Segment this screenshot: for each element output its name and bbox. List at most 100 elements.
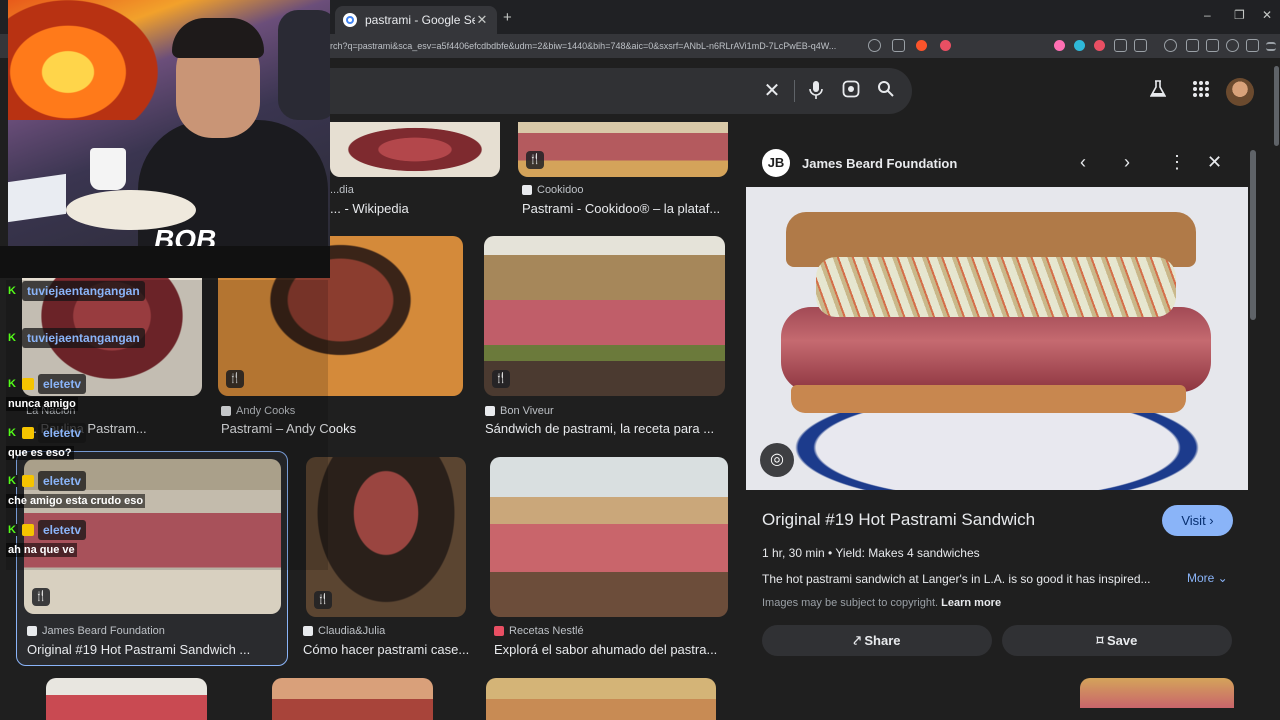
more-options-icon[interactable]: ⋮ xyxy=(1168,152,1186,173)
chat-username: eletetv xyxy=(38,520,87,540)
tab-search-icon[interactable] xyxy=(1134,39,1147,52)
save-button[interactable]: ⌑ Save xyxy=(1002,625,1232,656)
more-label: More xyxy=(1187,571,1215,585)
chat-line: K eletetv xyxy=(6,470,87,492)
pastrami-layer xyxy=(781,307,1211,392)
chat-line: K eletetv xyxy=(6,422,87,444)
streamer-hair xyxy=(172,18,264,58)
coleslaw-layer xyxy=(816,257,1176,317)
image-result-claudia-julia[interactable]: 🍴 xyxy=(306,457,466,617)
result-title[interactable]: Sándwich de pastrami, la receta para ... xyxy=(485,421,725,436)
share-label: Share xyxy=(864,633,901,648)
preview-title[interactable]: Original #19 Hot Pastrami Sandwich xyxy=(762,510,1035,530)
lens-search-icon[interactable]: ◎ xyxy=(760,443,794,477)
maximize-button[interactable]: ❐ xyxy=(1234,8,1245,22)
copyright-notice: Images may be subject to copyright. Lear… xyxy=(762,597,1001,609)
result-title[interactable]: Cómo hacer pastrami case... xyxy=(303,642,473,657)
nestle-favicon-icon xyxy=(494,626,504,636)
chat-username: tuviejaentangangan xyxy=(22,328,145,348)
chat-username: eletetv xyxy=(38,374,87,394)
result-title[interactable]: Explorá el sabor ahumado del pastra... xyxy=(494,642,724,657)
new-tab-button[interactable]: + xyxy=(503,9,512,26)
search-divider xyxy=(794,80,795,102)
tab-close-icon[interactable]: ✕ xyxy=(475,12,489,28)
wallet-icon[interactable] xyxy=(1206,39,1219,52)
image-result[interactable] xyxy=(486,678,716,720)
recipe-utensil-icon: 🍴 xyxy=(314,591,332,609)
sidebar-icon[interactable] xyxy=(1186,39,1199,52)
screen: pastrami - Google Search ✕ + – ❐ ✕ rch?q… xyxy=(0,0,1280,720)
tab-pastrami-search[interactable]: pastrami - Google Search ✕ xyxy=(335,6,497,34)
close-preview-icon[interactable]: ✕ xyxy=(1207,152,1222,173)
extension-1-icon[interactable] xyxy=(1054,40,1065,51)
related-image-thumb[interactable] xyxy=(1080,678,1234,708)
recipe-utensil-icon: 🍴 xyxy=(32,588,50,606)
keyboard xyxy=(8,173,66,223)
image-result[interactable] xyxy=(46,678,207,720)
address-bar[interactable]: rch?q=pastrami&sca_esv=a5f4406efcdbdbfe&… xyxy=(330,37,860,55)
chat-line: K tuviejaentangangan xyxy=(6,280,145,302)
webcam-overlay: BOB xyxy=(8,0,330,246)
labs-flask-icon[interactable] xyxy=(1149,80,1167,103)
lens-icon[interactable] xyxy=(840,80,862,102)
result-source: Bon Viveur xyxy=(485,405,554,417)
webcam-bottom-bar xyxy=(0,246,330,278)
fireplace-background xyxy=(8,0,158,120)
minimize-button[interactable]: – xyxy=(1204,8,1211,22)
brave-shield-icon[interactable] xyxy=(916,40,927,51)
preview-scrollbar[interactable] xyxy=(1250,150,1256,320)
image-result-wikipedia[interactable] xyxy=(330,122,500,177)
previous-result-icon[interactable]: ‹ xyxy=(1080,152,1086,173)
subscriber-badge-icon xyxy=(22,524,34,536)
zoom-icon[interactable] xyxy=(868,39,881,52)
kick-badge-icon: K xyxy=(6,378,18,390)
learn-more-link[interactable]: Learn more xyxy=(941,597,1001,609)
result-title[interactable]: Original #19 Hot Pastrami Sandwich ... xyxy=(27,642,282,657)
chat-message: ah na que ve xyxy=(6,543,77,557)
preview-source[interactable]: JB James Beard Foundation xyxy=(762,149,957,177)
cup xyxy=(90,148,126,190)
clear-search-icon[interactable]: ✕ xyxy=(761,80,783,102)
result-source: Recetas Nestlé xyxy=(494,625,584,637)
image-result-recetas-nestle[interactable] xyxy=(490,457,728,617)
chat-username: eletetv xyxy=(38,423,87,443)
share-page-icon[interactable] xyxy=(892,39,905,52)
brave-rewards-icon[interactable] xyxy=(940,40,951,51)
stream-logo-text: BOB xyxy=(154,224,217,246)
extension-2-icon[interactable] xyxy=(1074,40,1085,51)
menu-icon[interactable] xyxy=(1266,42,1276,51)
visit-button[interactable]: Visit › xyxy=(1162,505,1233,536)
preview-site-name: James Beard Foundation xyxy=(802,155,958,171)
vpn-icon[interactable] xyxy=(1246,39,1259,52)
james-beard-favicon-icon xyxy=(27,626,37,636)
cookidoo-favicon-icon xyxy=(522,185,532,195)
image-result[interactable] xyxy=(272,678,433,720)
chat-username: eletetv xyxy=(38,471,87,491)
extension-3-icon[interactable] xyxy=(1094,40,1105,51)
result-source: ...dia xyxy=(330,184,354,196)
page-scrollbar[interactable] xyxy=(1274,66,1279,146)
james-beard-logo-icon: JB xyxy=(762,149,790,177)
search-icon[interactable] xyxy=(875,80,897,102)
window-close-button[interactable]: ✕ xyxy=(1262,8,1272,22)
more-button[interactable]: More ⌄ xyxy=(1187,571,1228,585)
account-avatar[interactable] xyxy=(1226,78,1254,106)
leo-icon[interactable] xyxy=(1226,39,1239,52)
chat-message: que es eso? xyxy=(6,446,74,460)
share-button[interactable]: ⤤ Share xyxy=(762,625,992,656)
preview-image[interactable]: ◎ xyxy=(746,187,1248,490)
chat-message: nunca amigo xyxy=(6,397,78,411)
apps-grid-icon[interactable] xyxy=(1192,80,1210,103)
next-result-icon[interactable]: › xyxy=(1124,152,1130,173)
search-box[interactable]: ✕ xyxy=(320,68,912,114)
mic-icon[interactable] xyxy=(805,80,827,102)
image-result-bon-viveur[interactable]: 🍴 xyxy=(484,236,725,396)
image-result-cookidoo[interactable]: 🍴 xyxy=(518,122,728,177)
result-title[interactable]: ... - Wikipedia xyxy=(330,201,490,216)
kick-badge-icon: K xyxy=(6,332,18,344)
result-source: Claudia&Julia xyxy=(303,625,385,637)
result-title[interactable]: Pastrami - Cookidoo® – la plataf... xyxy=(522,201,727,216)
media-icon[interactable] xyxy=(1164,39,1177,52)
extensions-puzzle-icon[interactable] xyxy=(1114,39,1127,52)
chat-line: K eletetv xyxy=(6,519,87,541)
